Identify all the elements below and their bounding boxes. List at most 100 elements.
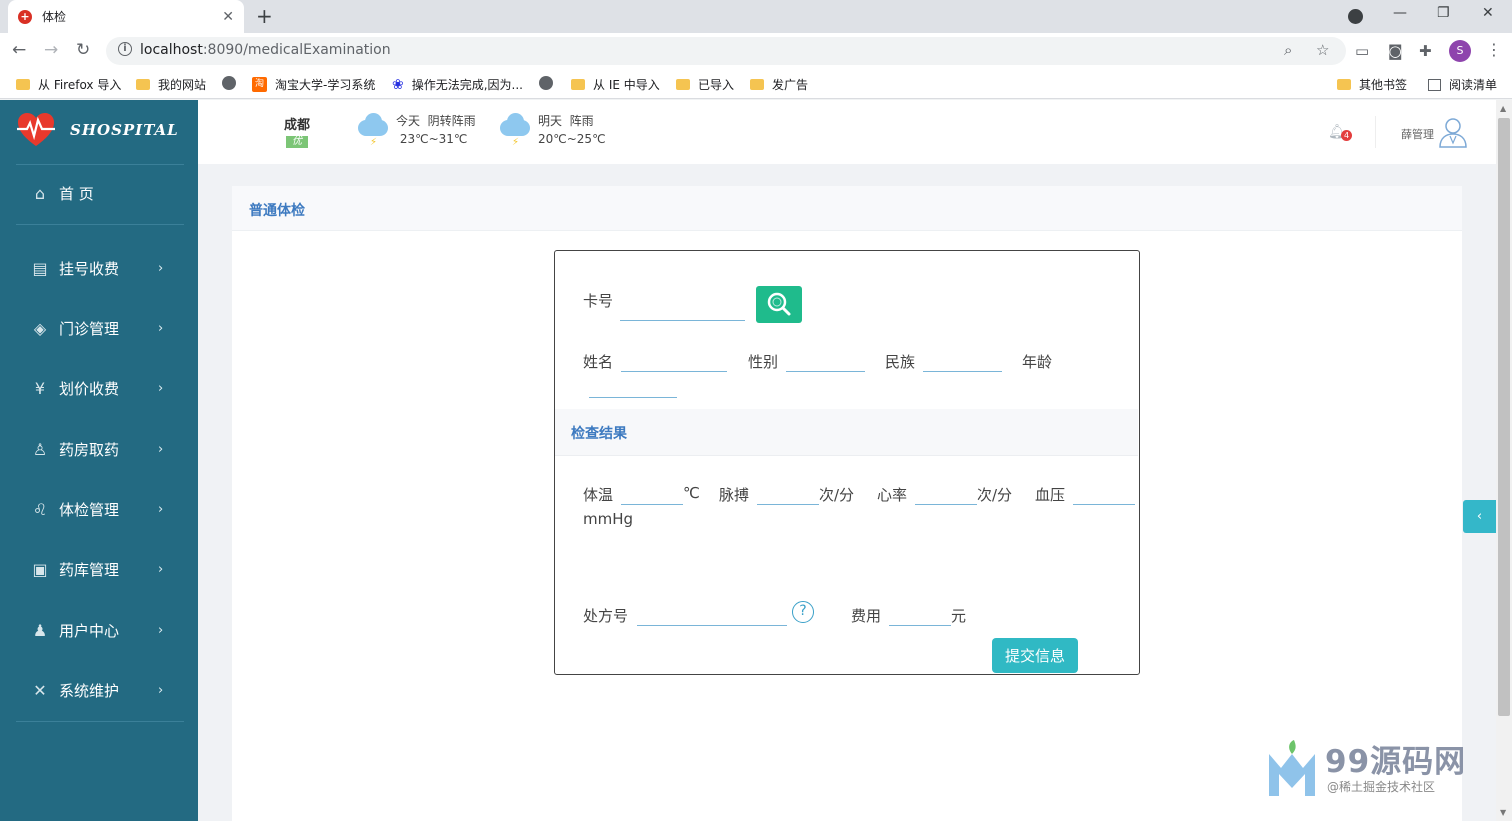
minimize-icon[interactable]: — — [1393, 5, 1407, 21]
menu-home[interactable]: ⌂ 首 页 — [0, 173, 198, 213]
home-icon: ⌂ — [34, 183, 46, 203]
temperature-input[interactable] — [621, 483, 683, 505]
aqi-badge: 优 — [286, 136, 308, 148]
zoom-icon[interactable]: ⌕ — [1284, 41, 1292, 59]
menu-item-register[interactable]: ▤ 挂号收费 › — [0, 248, 198, 288]
pricing-icon: ¥ — [34, 378, 46, 398]
weather-desc: 阴转阵雨 — [427, 114, 476, 128]
browser-toolbar: ← → ↻ i localhost:8090/medicalExaminatio… — [0, 33, 1512, 69]
pharmacy-icon: ♙ — [32, 439, 48, 459]
bookmark-item[interactable]: 从 Firefox 导入 — [16, 76, 121, 93]
bookmark-item[interactable]: 从 IE 中导入 — [571, 76, 660, 93]
fee-unit: 元 — [951, 607, 967, 625]
folder-icon — [1337, 79, 1351, 90]
name-input[interactable] — [621, 350, 727, 372]
rain-cloud-icon: ⚡ — [356, 112, 390, 148]
bookmark-star-icon[interactable]: ☆ — [1316, 41, 1329, 59]
watermark-logo — [1269, 740, 1315, 796]
divider — [16, 721, 184, 722]
folder-icon — [750, 79, 764, 90]
address-bar[interactable]: i localhost:8090/medicalExamination ⌕ ☆ — [106, 37, 1346, 65]
card-title: 普通体检 — [249, 203, 305, 219]
chevron-right-icon: › — [158, 320, 164, 336]
city-name: 成都 — [284, 118, 311, 133]
chevron-right-icon: › — [158, 682, 164, 698]
age-label: 年龄 — [1022, 353, 1053, 371]
bookmark-item[interactable]: 其他书签 — [1337, 76, 1407, 93]
user-avatar-icon[interactable] — [1438, 116, 1468, 148]
watermark-subtitle: @稀土掘金技术社区 — [1327, 780, 1436, 794]
bookmark-item[interactable]: 阅读清单 — [1428, 76, 1497, 93]
heart-rate-input[interactable] — [915, 483, 977, 505]
extensions-icon[interactable]: ✚ — [1419, 42, 1432, 60]
fee-input[interactable] — [889, 604, 951, 626]
menu-item-user-center[interactable]: ♟ 用户中心 › — [0, 610, 198, 650]
prescription-label: 处方号 — [583, 607, 629, 625]
folder-icon — [571, 79, 585, 90]
register-icon: ▤ — [32, 258, 48, 278]
weather-temp: 23℃~31℃ — [399, 132, 468, 146]
prescription-input[interactable] — [637, 604, 787, 626]
scroll-thumb[interactable] — [1498, 118, 1510, 716]
scroll-up-icon[interactable]: ▲ — [1500, 104, 1506, 113]
submit-button[interactable]: 提交信息 — [992, 638, 1078, 673]
chevron-right-icon: › — [158, 380, 164, 396]
camera-icon[interactable]: ◙ — [1388, 42, 1403, 60]
side-toggle-button[interactable]: ‹ — [1463, 500, 1496, 533]
pulse-input[interactable] — [757, 483, 819, 505]
help-icon[interactable]: ? — [792, 601, 814, 623]
warehouse-icon: ▣ — [32, 559, 48, 579]
menu-item-pharmacy[interactable]: ♙ 药房取药 › — [0, 429, 198, 469]
bookmark-item[interactable] — [539, 76, 561, 90]
restore-icon[interactable]: ❐ — [1437, 5, 1450, 21]
tab-search-icon[interactable] — [1348, 9, 1363, 24]
menu-item-exam[interactable]: ♌ 体检管理 › — [0, 489, 198, 529]
sidebar: SHOSPITAL ⌂ 首 页 ▤ 挂号收费 › ◈ 门诊管理 › ¥ 划价收费… — [0, 100, 198, 821]
bookmarks-bar: 从 Firefox 导入 我的网站 淘淘宝大学-学习系统 ❀ 操作无法完成,因为.… — [0, 69, 1512, 99]
reading-list-icon — [1428, 78, 1441, 91]
age-input[interactable] — [589, 376, 677, 398]
menu-item-system[interactable]: ✕ 系统维护 › — [0, 670, 198, 710]
bookmark-item[interactable] — [222, 76, 244, 90]
back-icon[interactable]: ← — [12, 40, 26, 60]
chevron-right-icon: › — [158, 561, 164, 577]
bookmark-item[interactable]: 已导入 — [676, 76, 734, 93]
bookmark-item[interactable]: 我的网站 — [136, 76, 206, 93]
weather-day: 明天 — [538, 114, 563, 128]
site-info-icon[interactable]: i — [118, 42, 132, 56]
forward-icon[interactable]: → — [44, 40, 58, 60]
card-no-input[interactable] — [620, 299, 745, 321]
new-tab-icon[interactable]: + — [256, 4, 273, 28]
window-close-icon[interactable]: ✕ — [1482, 5, 1494, 21]
tab-close-icon[interactable]: ✕ — [222, 9, 234, 25]
menu-item-outpatient[interactable]: ◈ 门诊管理 › — [0, 308, 198, 348]
chevron-right-icon: › — [158, 501, 164, 517]
browser-menu-icon[interactable]: ⋮ — [1486, 40, 1502, 59]
globe-icon — [539, 76, 553, 90]
search-button[interactable] — [756, 286, 802, 323]
menu-item-pricing[interactable]: ¥ 划价收费 › — [0, 368, 198, 408]
bookmark-item[interactable]: ❀ 操作无法完成,因为... — [392, 76, 523, 93]
reload-icon[interactable]: ↻ — [76, 40, 90, 60]
username[interactable]: 薛管理 — [1401, 126, 1434, 142]
ethnicity-label: 民族 — [885, 353, 916, 371]
scroll-down-icon[interactable]: ▼ — [1500, 808, 1506, 817]
ethnicity-input[interactable] — [923, 350, 1002, 372]
tab-title: 体检 — [42, 10, 67, 24]
blood-pressure-input[interactable] — [1073, 483, 1135, 505]
gender-input[interactable] — [786, 350, 865, 372]
weather-day: 今天 — [396, 114, 421, 128]
profile-avatar[interactable]: S — [1449, 40, 1471, 62]
translate-icon[interactable]: ▭ — [1355, 42, 1369, 60]
result-section-header: 检查结果 — [555, 409, 1138, 456]
bookmark-item[interactable]: 淘淘宝大学-学习系统 — [252, 76, 375, 93]
menu-item-warehouse[interactable]: ▣ 药库管理 › — [0, 549, 198, 589]
browser-tab-strip: + 体检 ✕ + — ❐ ✕ — [0, 0, 1512, 33]
browser-tab[interactable]: + 体检 ✕ — [8, 0, 244, 33]
folder-icon — [676, 79, 690, 90]
brand-logo[interactable]: SHOSPITAL — [16, 112, 179, 148]
bookmark-item[interactable]: 发广告 — [750, 76, 808, 93]
heart-rate-unit: 次/分 — [977, 486, 1013, 504]
page-scrollbar[interactable]: ▲ ▼ — [1496, 100, 1512, 821]
city-weather: 成都 优 — [284, 114, 310, 148]
